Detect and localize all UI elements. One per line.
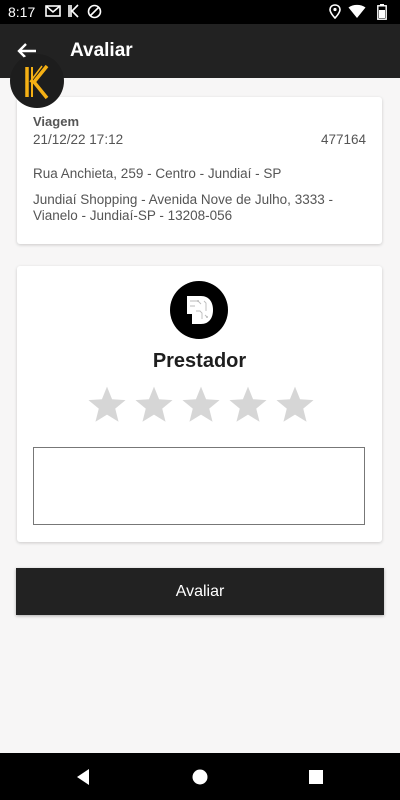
recents-square-icon[interactable] <box>306 767 326 787</box>
provider-name: Prestador <box>152 350 247 372</box>
gmail-icon <box>45 5 61 17</box>
app-k-icon <box>68 4 79 18</box>
star-icon[interactable] <box>133 384 175 426</box>
home-circle-icon[interactable] <box>190 767 210 787</box>
trip-id: 477164 <box>320 132 366 147</box>
vpn-icon <box>87 4 102 19</box>
star-icon[interactable] <box>86 384 128 426</box>
status-bar: 8:17 <box>0 0 400 24</box>
wifi-icon <box>348 4 366 18</box>
system-nav-bar <box>0 753 400 800</box>
location-icon <box>329 4 341 19</box>
app-logo <box>10 54 64 108</box>
battery-icon <box>377 4 387 20</box>
rating-card: Prestador <box>17 266 382 542</box>
status-time: 8:17 <box>8 4 36 20</box>
star-icon[interactable] <box>274 384 316 426</box>
trip-destination: Jundiaí Shopping - Avenida Nove de Julho… <box>33 192 333 223</box>
provider-logo-icon <box>187 296 213 324</box>
comment-input[interactable] <box>33 447 365 525</box>
trip-datetime: 21/12/22 17:12 <box>33 132 124 147</box>
page-title: Avaliar <box>70 40 133 61</box>
submit-rating-button[interactable]: Avaliar <box>16 568 384 615</box>
star-icon[interactable] <box>180 384 222 426</box>
trip-label: Viagem <box>33 114 80 129</box>
star-rating[interactable] <box>86 384 316 428</box>
back-triangle-icon[interactable] <box>73 767 93 787</box>
star-icon[interactable] <box>227 384 269 426</box>
trip-card: Viagem 21/12/22 17:12 477164 Rua Anchiet… <box>17 97 382 244</box>
trip-origin: Rua Anchieta, 259 - Centro - Jundiaí - S… <box>33 166 282 181</box>
brand-k-icon <box>25 64 49 100</box>
provider-avatar <box>170 281 228 339</box>
